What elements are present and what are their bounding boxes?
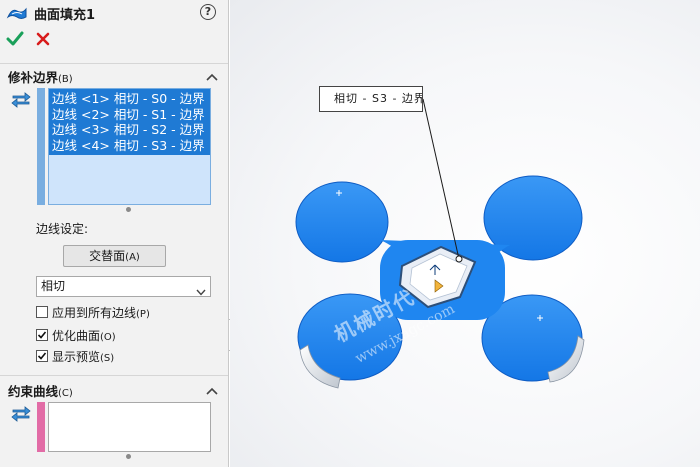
swap-direction-icon[interactable] bbox=[10, 404, 32, 422]
section-title-patch-boundary[interactable]: 修补边界(B) bbox=[8, 67, 73, 86]
clover-surface bbox=[295, 175, 585, 389]
apply-all-edges-option[interactable]: 应用到所有边线(P) bbox=[36, 304, 150, 320]
curve-color-strip bbox=[37, 402, 45, 452]
section-title-text: 约束曲线 bbox=[8, 384, 59, 399]
close-icon bbox=[36, 32, 50, 46]
graphics-area[interactable]: 相切 - S3 - 边界 机械时代 www.jxagc.com bbox=[230, 0, 700, 467]
constraint-curve-list[interactable] bbox=[48, 402, 211, 452]
resize-handle[interactable] bbox=[126, 454, 131, 459]
section-shortcut: (C) bbox=[58, 388, 73, 399]
section-divider bbox=[0, 63, 228, 64]
show-preview-option[interactable]: 显示预览(S) bbox=[36, 348, 114, 364]
section-divider bbox=[0, 375, 228, 376]
ok-button[interactable] bbox=[6, 30, 24, 48]
edge-settings-label: 边线设定: bbox=[36, 222, 89, 236]
boundary-color-strip bbox=[37, 88, 45, 205]
select-value: 相切 bbox=[41, 279, 66, 293]
swap-direction-icon[interactable] bbox=[10, 90, 32, 108]
chevron-down-icon bbox=[196, 283, 206, 296]
list-item[interactable]: 边线 <1> 相切 - S0 - 边界 bbox=[52, 91, 210, 107]
checkmark-icon bbox=[6, 31, 24, 46]
help-icon[interactable]: ? bbox=[200, 4, 216, 20]
button-label: 交替面 bbox=[89, 249, 126, 263]
chevron-up-icon[interactable] bbox=[206, 384, 218, 395]
part-model bbox=[295, 98, 585, 389]
condition-select[interactable]: 相切 bbox=[36, 276, 211, 297]
callout-anchor bbox=[455, 255, 463, 263]
list-item[interactable]: 边线 <2> 相切 - S1 - 边界 bbox=[52, 107, 210, 123]
checkbox-label: 显示预览(S) bbox=[52, 349, 115, 364]
section-title-text: 修补边界 bbox=[8, 70, 59, 85]
resize-handle[interactable] bbox=[126, 207, 131, 212]
feature-title: 曲面填充1 bbox=[34, 8, 96, 23]
button-shortcut: (A) bbox=[125, 252, 140, 263]
section-shortcut: (B) bbox=[58, 74, 73, 85]
chevron-up-icon[interactable] bbox=[206, 70, 218, 81]
checkbox-label: 优化曲面(O) bbox=[52, 328, 116, 343]
apply-all-edges-checkbox[interactable] bbox=[36, 306, 48, 318]
edge-callout[interactable]: 相切 - S3 - 边界 bbox=[319, 86, 423, 112]
section-title-constraint-curves[interactable]: 约束曲线(C) bbox=[8, 381, 73, 400]
property-manager: 曲面填充1 ? 修补边界(B) 边线 <1> 相切 - S0 - 边界 边线 <… bbox=[0, 0, 229, 467]
checkmark-icon bbox=[37, 352, 47, 360]
optimize-surface-option[interactable]: 优化曲面(O) bbox=[36, 327, 116, 343]
callout-leader bbox=[422, 98, 460, 260]
checkmark-icon bbox=[37, 331, 47, 339]
list-item[interactable]: 边线 <3> 相切 - S2 - 边界 bbox=[52, 122, 210, 138]
cancel-button[interactable] bbox=[34, 30, 52, 48]
show-preview-checkbox[interactable] bbox=[36, 350, 48, 362]
edge-selection: 边线 <1> 相切 - S0 - 边界 边线 <2> 相切 - S1 - 边界 … bbox=[49, 89, 210, 155]
optimize-surface-checkbox[interactable] bbox=[36, 329, 48, 341]
list-item[interactable]: 边线 <4> 相切 - S3 - 边界 bbox=[52, 138, 210, 154]
alternate-face-button[interactable]: 交替面(A) bbox=[63, 245, 166, 267]
checkbox-label: 应用到所有边线(P) bbox=[52, 305, 150, 320]
surface-fill-icon bbox=[6, 5, 28, 21]
boundary-edge-list[interactable]: 边线 <1> 相切 - S0 - 边界 边线 <2> 相切 - S1 - 边界 … bbox=[48, 88, 211, 205]
